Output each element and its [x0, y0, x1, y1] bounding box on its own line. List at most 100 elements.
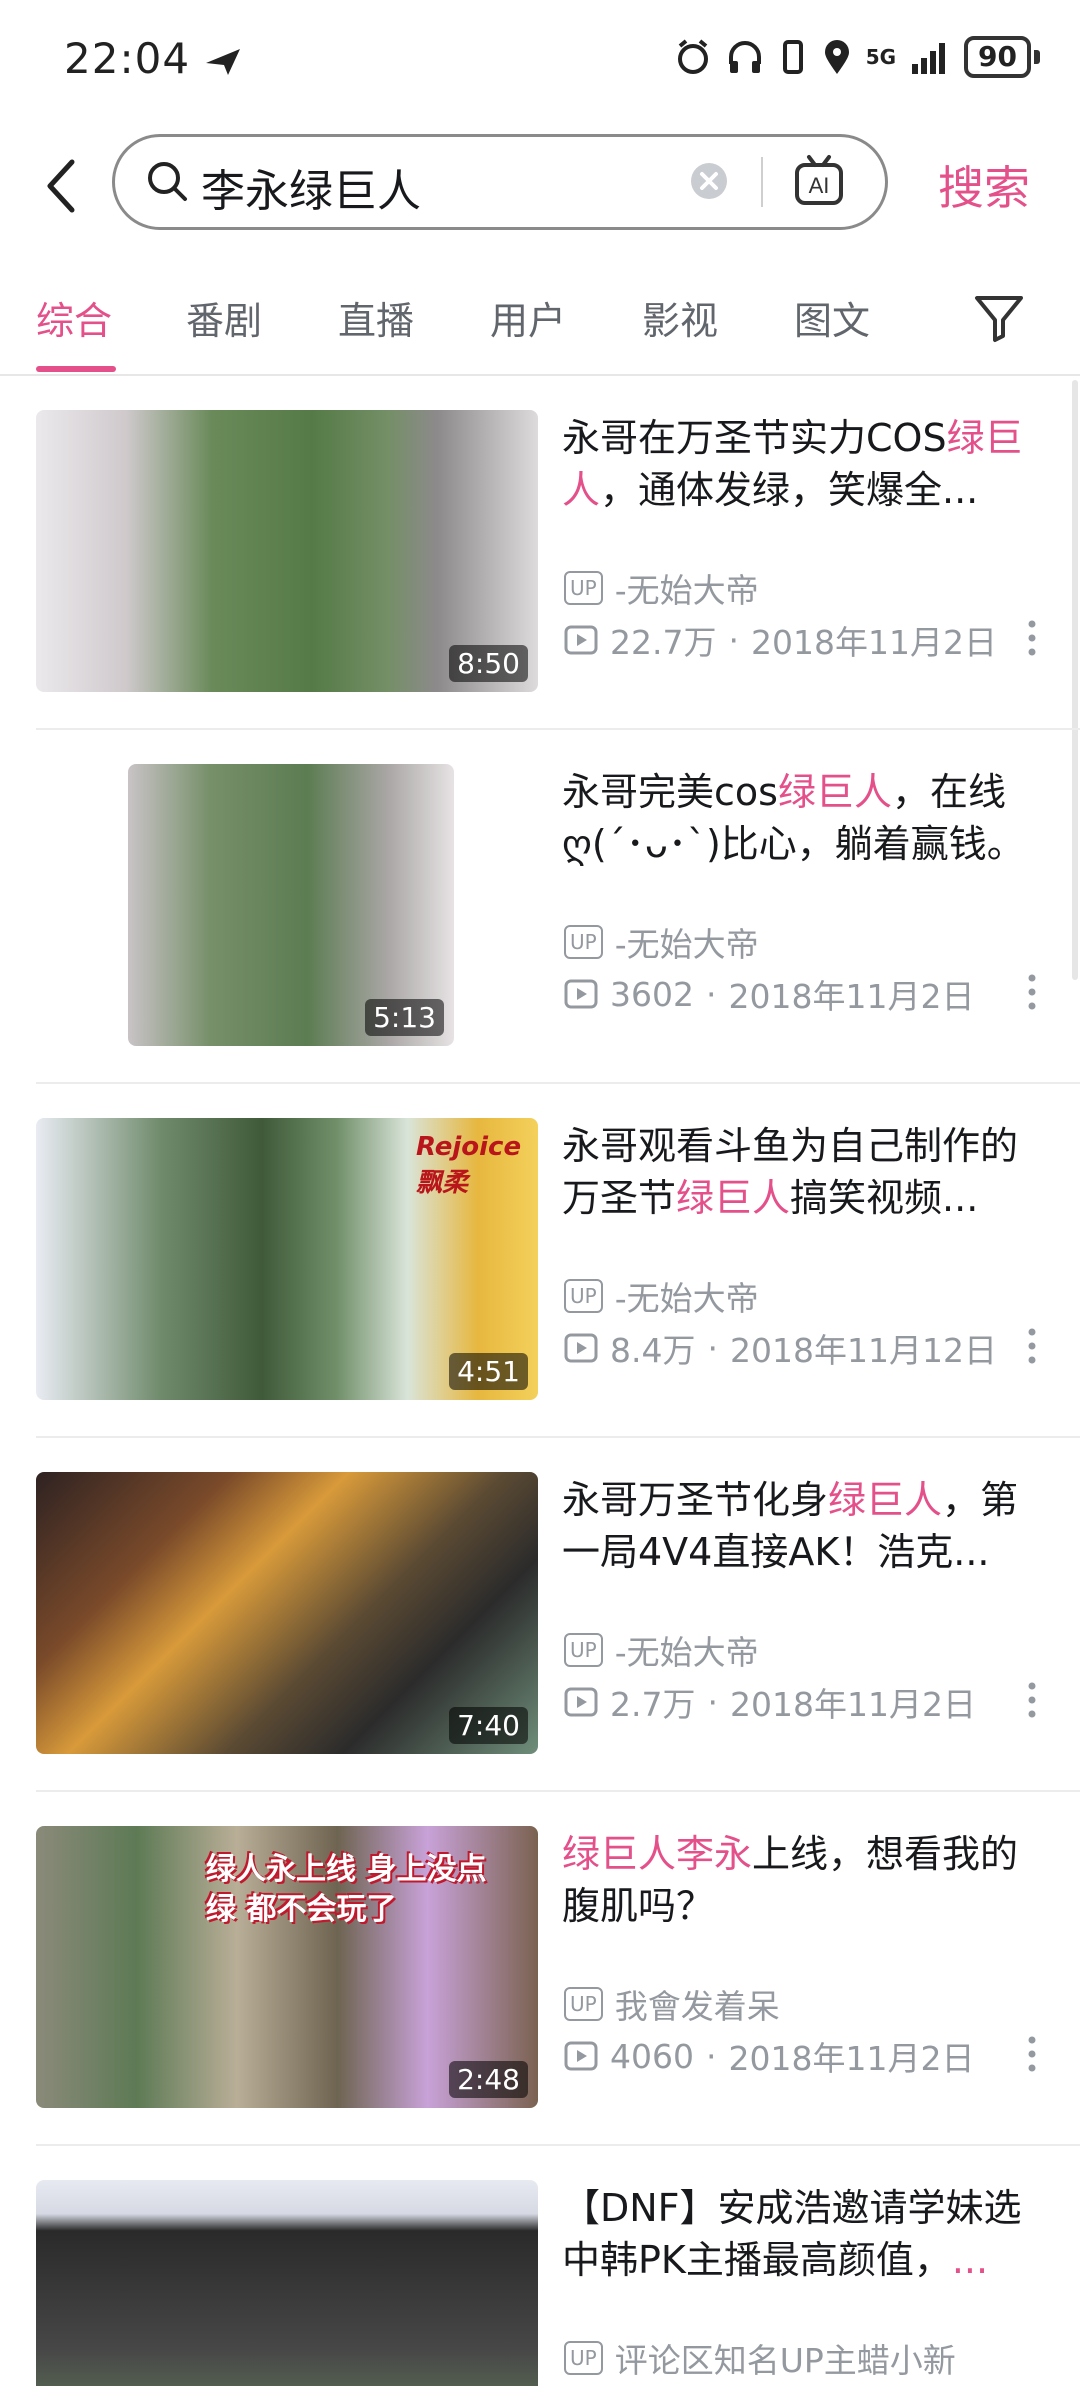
filter-icon[interactable] [972, 290, 1026, 344]
view-count: 4060 [610, 2036, 694, 2076]
video-thumbnail[interactable] [36, 2180, 538, 2386]
network-type: 5G [865, 45, 897, 69]
back-arrow-icon[interactable] [38, 156, 88, 216]
view-count: 8.4万 [610, 1331, 696, 1370]
ai-assistant-icon[interactable]: AI [791, 153, 847, 209]
video-card[interactable]: 绿人永上线 身上没点绿 都不会玩了 2:48 绿巨人李永上线，想看我的腹肌吗？ … [0, 1792, 1080, 2146]
uploader-line[interactable]: UP -无始大帝 [564, 564, 759, 612]
more-options-icon[interactable] [1020, 616, 1044, 660]
more-options-icon[interactable] [1020, 1324, 1044, 1368]
publish-date: 2018年11月2日 [728, 2039, 975, 2078]
result-tabs: 综合 番剧 直播 用户 影视 图文 [0, 280, 1080, 376]
up-badge: UP [564, 1633, 603, 1667]
view-count: 22.7万 [610, 623, 717, 662]
uploader-name[interactable]: -无始大帝 [615, 1272, 759, 1320]
battery-level: 90 [964, 36, 1031, 78]
clear-icon[interactable] [689, 161, 729, 201]
view-count: 3602 [610, 974, 694, 1014]
uploader-line[interactable]: UP -无始大帝 [564, 1626, 759, 1674]
uploader-line[interactable]: UP -无始大帝 [564, 918, 759, 966]
more-options-icon[interactable] [1020, 970, 1044, 1014]
search-query[interactable]: 李永绿巨人 [201, 155, 421, 219]
video-title[interactable]: 永哥在万圣节实力COS绿巨人，通体发绿，笑爆全... [562, 412, 1052, 516]
video-thumbnail[interactable]: 7:40 [36, 1472, 538, 1754]
video-meta: 4060 · 2018年11月2日 [564, 2032, 974, 2080]
video-card[interactable]: Rejoice 飘柔 4:51 永哥观看斗鱼为自己制作的万圣节绿巨人搞笑视频..… [0, 1084, 1080, 1438]
publish-date: 2018年11月2日 [728, 977, 975, 1016]
alarm-icon [677, 39, 708, 74]
uploader-line[interactable]: UP -无始大帝 [564, 1272, 759, 1320]
play-count-icon [564, 625, 598, 655]
status-time: 22:04 [64, 34, 244, 83]
ai-label: AI [809, 173, 830, 198]
location-pin-icon [824, 40, 849, 74]
play-count-icon [564, 979, 598, 1009]
publish-date: 2018年11月2日 [750, 623, 997, 662]
up-badge: UP [564, 925, 603, 959]
status-bar: 22:04 5G 90 [0, 0, 1080, 120]
video-thumbnail[interactable]: 8:50 [36, 410, 538, 692]
location-arrow-icon [206, 48, 241, 75]
video-title[interactable]: 绿巨人李永上线，想看我的腹肌吗？ [562, 1828, 1052, 1932]
status-icons: 5G 90 [674, 36, 1040, 78]
uploader-name[interactable]: -无始大帝 [615, 918, 759, 966]
thumbnail-overlay-text: Rejoice 飘柔 [416, 1132, 522, 1198]
video-card[interactable]: 8:50 永哥在万圣节实力COS绿巨人，通体发绿，笑爆全... UP -无始大帝… [0, 376, 1080, 730]
battery-icon: 90 [964, 36, 1040, 78]
uploader-name[interactable]: -无始大帝 [615, 1626, 759, 1674]
view-count: 2.7万 [610, 1685, 696, 1724]
video-title[interactable]: 永哥观看斗鱼为自己制作的万圣节绿巨人搞笑视频... [562, 1120, 1052, 1224]
video-card[interactable]: 7:40 永哥万圣节化身绿巨人，第一局4V4直接AK！浩克... UP -无始大… [0, 1438, 1080, 1792]
publish-date: 2018年11月2日 [729, 1685, 976, 1724]
video-title[interactable]: 永哥完美cos绿巨人，在线ღ(´･ᴗ･`)比心，躺着赢钱。 [562, 766, 1052, 870]
active-tab-indicator [36, 366, 116, 372]
tab-live[interactable]: 直播 [338, 290, 414, 345]
tab-articles[interactable]: 图文 [794, 290, 870, 345]
signal-icon [912, 43, 946, 74]
uploader-line[interactable]: UP 评论区知名UP主蜡小新 [564, 2334, 956, 2382]
up-badge: UP [564, 571, 603, 605]
uploader-name[interactable]: -无始大帝 [615, 564, 759, 612]
up-badge: UP [564, 1279, 603, 1313]
vibrate-icon [782, 40, 803, 74]
up-badge: UP [564, 2341, 603, 2375]
search-button[interactable]: 搜索 [938, 152, 1030, 218]
video-duration: 2:48 [449, 2061, 528, 2098]
play-count-icon [564, 1687, 598, 1717]
video-meta: 8.4万 · 2018年11月12日 [564, 1324, 997, 1372]
video-thumbnail[interactable]: 5:13 [128, 764, 454, 1046]
video-thumbnail[interactable]: Rejoice 飘柔 4:51 [36, 1118, 538, 1400]
search-input[interactable]: 李永绿巨人 AI [112, 134, 888, 230]
video-duration: 8:50 [449, 645, 528, 682]
thumbnail-overlay-text: 绿人永上线 身上没点绿 都不会玩了 [206, 1852, 487, 1927]
uploader-name[interactable]: 评论区知名UP主蜡小新 [615, 2334, 956, 2382]
search-divider [761, 157, 763, 207]
uploader-name[interactable]: 我會发着呆 [615, 1980, 780, 2028]
video-duration: 5:13 [365, 999, 444, 1036]
search-icon [148, 162, 187, 201]
video-title[interactable]: 永哥万圣节化身绿巨人，第一局4V4直接AK！浩克... [562, 1474, 1052, 1578]
video-meta: 2.7万 · 2018年11月2日 [564, 1678, 976, 1726]
time-text: 22:04 [64, 34, 191, 83]
tab-comprehensive[interactable]: 综合 [36, 290, 112, 345]
tab-bangumi[interactable]: 番剧 [186, 290, 262, 345]
video-duration: 4:51 [449, 1353, 528, 1390]
search-bar: 李永绿巨人 AI 搜索 [0, 130, 1080, 240]
video-duration: 7:40 [449, 1707, 528, 1744]
video-meta: 22.7万 · 2018年11月2日 [564, 616, 997, 664]
video-card[interactable]: 【DNF】安成浩邀请学妹选中韩PK主播最高颜值，... UP 评论区知名UP主蜡… [0, 2146, 1080, 2386]
play-count-icon [564, 1333, 598, 1363]
headphones-icon [728, 41, 761, 73]
video-card[interactable]: 5:13 永哥完美cos绿巨人，在线ღ(´･ᴗ･`)比心，躺着赢钱。 UP -无… [0, 730, 1080, 1084]
up-badge: UP [564, 1987, 603, 2021]
video-title[interactable]: 【DNF】安成浩邀请学妹选中韩PK主播最高颜值，... [562, 2182, 1052, 2286]
uploader-line[interactable]: UP 我會发着呆 [564, 1980, 780, 2028]
video-thumbnail[interactable]: 绿人永上线 身上没点绿 都不会玩了 2:48 [36, 1826, 538, 2108]
more-options-icon[interactable] [1020, 1678, 1044, 1722]
publish-date: 2018年11月12日 [729, 1331, 997, 1370]
tab-users[interactable]: 用户 [490, 290, 566, 345]
video-meta: 3602 · 2018年11月2日 [564, 970, 974, 1018]
more-options-icon[interactable] [1020, 2032, 1044, 2076]
play-count-icon [564, 2041, 598, 2071]
tab-film[interactable]: 影视 [642, 290, 718, 345]
